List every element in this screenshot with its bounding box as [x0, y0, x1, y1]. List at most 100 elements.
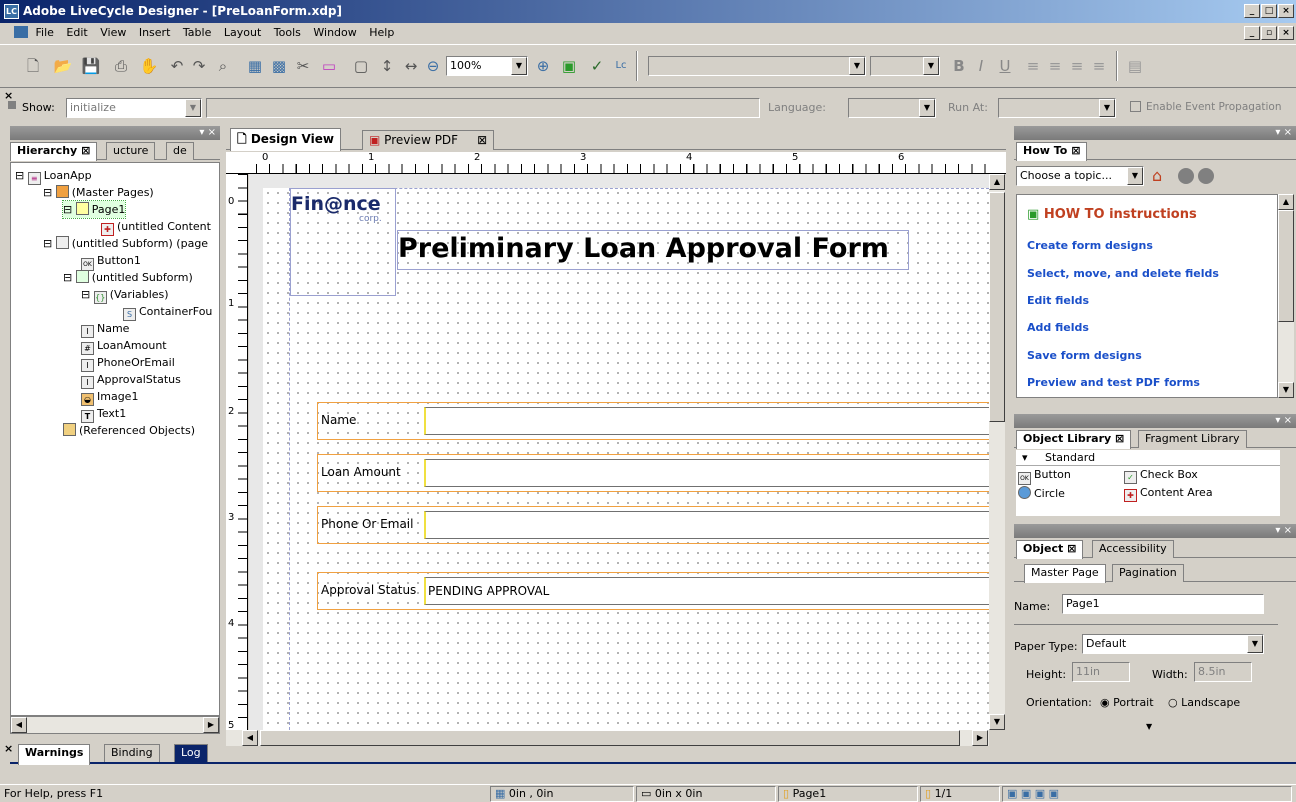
- close-button[interactable]: ×: [1278, 4, 1294, 18]
- chevron-down-icon[interactable]: ▼: [511, 57, 527, 75]
- tree-node-approvalstatus[interactable]: I ApprovalStatus: [81, 371, 181, 389]
- font-size-select[interactable]: ▼: [870, 56, 940, 76]
- hand-icon[interactable]: ✋: [138, 55, 160, 77]
- scroll-thumb[interactable]: [1278, 210, 1294, 322]
- tree-node-text1[interactable]: T Text1: [81, 405, 126, 423]
- tree-node-master-pages[interactable]: ⊟ (Master Pages): [43, 184, 154, 201]
- menu-view[interactable]: View: [100, 26, 126, 39]
- print-icon[interactable]: ⎙: [110, 55, 132, 77]
- tree-node-name[interactable]: I Name: [81, 320, 129, 338]
- back-icon[interactable]: [1178, 168, 1194, 184]
- link-save-form-designs[interactable]: Save form designs: [1027, 349, 1142, 362]
- grid-icon[interactable]: ▦: [244, 55, 266, 77]
- save-icon[interactable]: 💾: [80, 55, 102, 77]
- tools-icon[interactable]: ✂: [292, 55, 314, 77]
- tab-log[interactable]: Log: [174, 744, 208, 762]
- fit-width-icon[interactable]: ↔: [400, 55, 422, 77]
- doc-close-button[interactable]: ×: [1278, 26, 1294, 40]
- tree-node-untitled-subform[interactable]: ⊟ (untitled Subform): [63, 269, 193, 286]
- home-icon[interactable]: ⌂: [1152, 166, 1162, 185]
- tree-node-loanapp[interactable]: ⊟ ≡ LoanApp: [15, 167, 92, 185]
- bold-button[interactable]: B: [948, 55, 970, 77]
- show-event-select[interactable]: initialize ▼: [66, 98, 202, 118]
- zoom-select[interactable]: 100% ▼: [446, 56, 528, 76]
- menu-file[interactable]: File: [36, 26, 54, 39]
- tree-node-image1[interactable]: ◒ Image1: [81, 388, 138, 406]
- menu-layout[interactable]: Layout: [224, 26, 261, 39]
- chevron-down-icon[interactable]: ▼: [185, 99, 201, 117]
- tree-node-button1[interactable]: OK Button1: [81, 252, 141, 271]
- tab-structure[interactable]: ucture: [106, 142, 156, 160]
- tree-node-page1[interactable]: ⊟ Page1: [61, 200, 127, 219]
- library-item-circle[interactable]: Circle: [1018, 486, 1065, 500]
- page-icon[interactable]: ▢: [350, 55, 372, 77]
- zoom-out-icon[interactable]: ⊖: [422, 55, 444, 77]
- portrait-radio[interactable]: ◉ Portrait: [1100, 696, 1154, 709]
- chevron-down-icon[interactable]: ▼: [1247, 635, 1263, 653]
- scroll-down-icon[interactable]: ▼: [1278, 382, 1294, 398]
- doc-restore-button[interactable]: ▫: [1261, 26, 1277, 40]
- topic-select[interactable]: Choose a topic... ▼: [1016, 166, 1144, 186]
- language-select[interactable]: ▼: [848, 98, 936, 118]
- design-canvas[interactable]: Fin@nce corp. Preliminary Loan Approval …: [249, 174, 1003, 730]
- tree-node-content-area[interactable]: ✚ (untitled Content: [101, 218, 211, 236]
- approval-status-input[interactable]: PENDING APPROVAL: [424, 577, 1002, 605]
- name-input[interactable]: [424, 407, 1002, 435]
- tab-design-view[interactable]: 🗋 Design View: [230, 128, 341, 151]
- scroll-right-icon[interactable]: ▶: [203, 717, 219, 733]
- menu-help[interactable]: Help: [369, 26, 394, 39]
- tree-node-untitled-subform-page[interactable]: ⊟ (untitled Subform) (page: [43, 235, 208, 252]
- italic-button[interactable]: I: [970, 55, 992, 77]
- distribute-icon[interactable]: ▤: [1124, 55, 1146, 77]
- tab-hierarchy[interactable]: Hierarchy ⊠: [10, 142, 98, 161]
- redo-icon[interactable]: ↷: [188, 55, 210, 77]
- new-icon[interactable]: 🗋: [22, 55, 44, 77]
- align-left-icon[interactable]: ≡: [1022, 55, 1044, 77]
- loan-amount-field[interactable]: Loan Amount: [317, 454, 1003, 492]
- tree-node-containerfou[interactable]: S ContainerFou: [123, 303, 212, 321]
- tree-node-referenced-objects[interactable]: (Referenced Objects): [63, 422, 195, 439]
- tab-preview-pdf[interactable]: ▣ Preview PDF ⊠: [362, 130, 495, 150]
- tab-how-to[interactable]: How To ⊠: [1016, 142, 1088, 161]
- tree-node-phoneoremail[interactable]: I PhoneOrEmail: [81, 354, 175, 372]
- tree-node-variables[interactable]: ⊟ {} (Variables): [81, 286, 169, 304]
- object-name-input[interactable]: Page1: [1062, 594, 1264, 614]
- doc-minimize-button[interactable]: _: [1244, 26, 1260, 40]
- link-add-fields[interactable]: Add fields: [1027, 321, 1089, 334]
- minimize-button[interactable]: _: [1244, 4, 1260, 18]
- align-center-icon[interactable]: ≡: [1044, 55, 1066, 77]
- landscape-radio[interactable]: ○ Landscape: [1168, 696, 1240, 709]
- name-field[interactable]: Name: [317, 402, 1003, 440]
- align-right-icon[interactable]: ≡: [1066, 55, 1088, 77]
- scroll-up-icon[interactable]: ▲: [1278, 194, 1294, 210]
- tab-object-library[interactable]: Object Library ⊠: [1016, 430, 1132, 449]
- scroll-up-icon[interactable]: ▲: [989, 174, 1005, 190]
- tab-master-page[interactable]: Master Page: [1024, 564, 1106, 583]
- tab-object[interactable]: Object ⊠: [1016, 540, 1084, 559]
- spellcheck-icon[interactable]: ✓: [586, 55, 608, 77]
- logo-image[interactable]: Fin@nce corp.: [290, 188, 396, 296]
- scroll-down-icon[interactable]: ▼: [989, 714, 1005, 730]
- fit-height-icon[interactable]: ↕: [376, 55, 398, 77]
- library-item-button[interactable]: OK Button: [1018, 468, 1071, 485]
- tab-accessibility[interactable]: Accessibility: [1092, 540, 1174, 558]
- library-category[interactable]: ▾ Standard: [1016, 450, 1280, 466]
- howto-vscrollbar[interactable]: ▲ ▼: [1278, 194, 1294, 398]
- link-edit-fields[interactable]: Edit fields: [1027, 294, 1089, 307]
- undo-icon[interactable]: ↶: [166, 55, 188, 77]
- tab-data[interactable]: de: [166, 142, 194, 160]
- link-select-move-delete[interactable]: Select, move, and delete fields: [1027, 267, 1219, 280]
- justify-icon[interactable]: ≡: [1088, 55, 1110, 77]
- form-title-box[interactable]: Preliminary Loan Approval Form: [397, 230, 909, 270]
- scroll-left-icon[interactable]: ◀: [11, 717, 27, 733]
- event-propagation-checkbox[interactable]: [1130, 101, 1141, 112]
- forward-icon[interactable]: [1198, 168, 1214, 184]
- menu-tools[interactable]: Tools: [274, 26, 301, 39]
- height-input[interactable]: 11in: [1072, 662, 1130, 682]
- chevron-down-icon[interactable]: ▼: [1127, 167, 1143, 185]
- link-preview-test-pdf[interactable]: Preview and test PDF forms: [1027, 376, 1200, 389]
- phone-or-email-input[interactable]: [424, 511, 1002, 539]
- tab-warnings[interactable]: Warnings: [18, 744, 91, 765]
- object-icon[interactable]: ▭: [318, 55, 340, 77]
- phone-or-email-field[interactable]: Phone Or Email: [317, 506, 1003, 544]
